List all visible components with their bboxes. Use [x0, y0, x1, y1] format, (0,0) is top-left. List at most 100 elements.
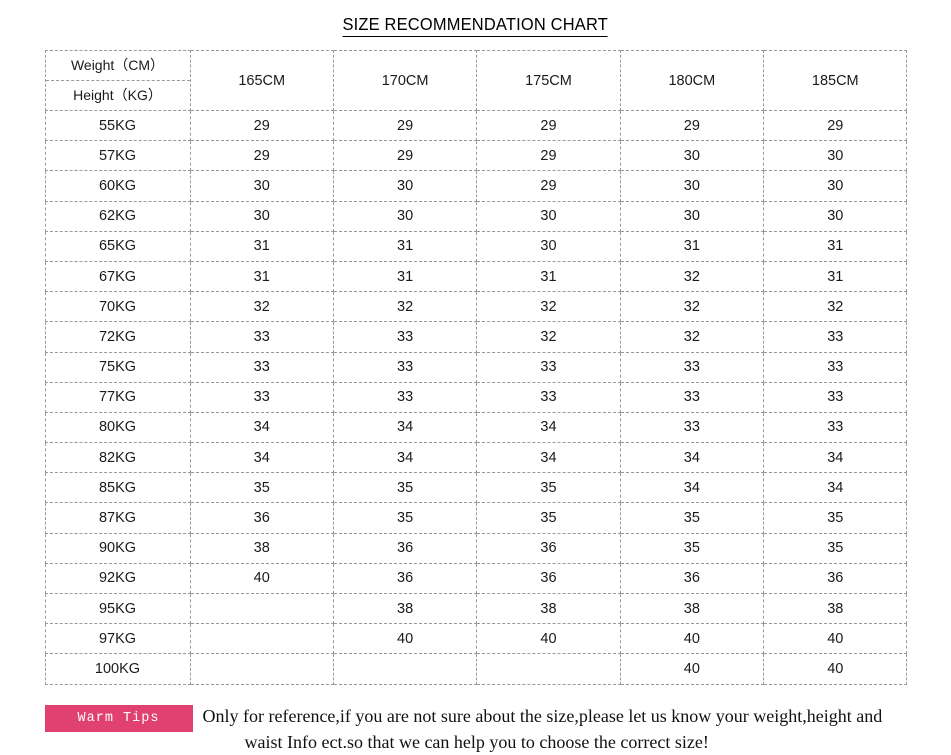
- size-cell: 36: [332, 562, 478, 595]
- table-row: 72KG 33 33 32 32 33: [44, 321, 908, 353]
- title-container: SIZE RECOMMENDATION CHART: [0, 0, 951, 50]
- row-header-weight: 95KG: [44, 592, 191, 625]
- size-cell: 34: [763, 472, 908, 504]
- table-row: 100KG 40 40: [44, 653, 908, 685]
- size-cell: 31: [189, 260, 334, 293]
- table-row: 70KG 32 32 32 32 32: [44, 291, 908, 323]
- table-row: 62KG 30 30 30 30 30: [44, 200, 908, 232]
- size-cell: [189, 623, 334, 655]
- size-cell: 35: [476, 472, 621, 504]
- size-cell: 34: [763, 442, 908, 474]
- size-cell: 31: [332, 230, 478, 262]
- size-cell: 31: [189, 230, 334, 262]
- size-cell: 29: [189, 140, 334, 172]
- size-cell: 31: [763, 230, 908, 262]
- column-header-185cm: 185CM: [763, 50, 908, 111]
- size-cell: 40: [619, 623, 765, 655]
- row-header-weight: 82KG: [44, 442, 191, 474]
- size-cell: 30: [476, 230, 621, 262]
- size-cell: 30: [476, 200, 621, 232]
- size-cell: 40: [476, 623, 621, 655]
- table-row: 90KG 38 36 36 35 35: [44, 532, 908, 564]
- size-cell: 36: [476, 532, 621, 564]
- row-header-weight: 70KG: [44, 291, 191, 323]
- size-cell: 31: [763, 260, 908, 293]
- size-cell: 32: [619, 321, 765, 353]
- size-cell: 40: [189, 562, 334, 595]
- size-cell: 32: [476, 291, 621, 323]
- size-cell: 33: [763, 411, 908, 444]
- row-header-weight: 92KG: [44, 562, 191, 595]
- size-cell: 29: [189, 109, 334, 142]
- warm-tips-badge: Warm Tips: [44, 704, 193, 732]
- size-cell: 31: [332, 260, 478, 293]
- size-cell: 32: [763, 291, 908, 323]
- row-header-weight: 87KG: [44, 502, 191, 534]
- size-cell: 35: [332, 472, 478, 504]
- size-cell: 30: [763, 140, 908, 172]
- size-recommendation-table: Weight（CM） Height（KG） 165CM 170CM 175CM …: [44, 50, 908, 685]
- size-cell: 29: [763, 109, 908, 142]
- row-header-weight: 77KG: [44, 381, 191, 413]
- column-header-170cm: 170CM: [332, 50, 478, 111]
- size-cell: 32: [189, 291, 334, 323]
- corner-height-label: Height（KG）: [73, 87, 162, 103]
- size-cell: 34: [619, 442, 765, 474]
- size-cell: 33: [619, 381, 765, 413]
- size-cell: 32: [332, 291, 478, 323]
- header-corner-cell: Weight（CM） Height（KG）: [44, 50, 191, 111]
- row-header-weight: 55KG: [44, 109, 191, 142]
- warm-tips-line-1: Only for reference,if you are not sure a…: [202, 705, 883, 726]
- size-cell: 36: [332, 532, 478, 564]
- size-cell: 33: [619, 411, 765, 444]
- size-cell: 34: [189, 442, 334, 474]
- table-row: 97KG 40 40 40 40: [44, 623, 908, 655]
- size-cell: 30: [619, 200, 765, 232]
- row-header-weight: 97KG: [44, 623, 191, 655]
- table-row: 57KG 29 29 29 30 30: [44, 140, 908, 172]
- size-cell: 35: [332, 502, 478, 534]
- page-title: SIZE RECOMMENDATION CHART: [342, 14, 609, 37]
- size-cell: 33: [189, 321, 334, 353]
- size-cell: 34: [476, 411, 621, 444]
- table-row: 92KG 40 36 36 36 36: [44, 562, 908, 595]
- size-cell: 30: [619, 140, 765, 172]
- size-cell: 35: [619, 502, 765, 534]
- row-header-weight: 85KG: [44, 472, 191, 504]
- size-cell: 33: [763, 351, 908, 383]
- size-cell: [332, 653, 478, 685]
- size-cell: 34: [476, 442, 621, 474]
- size-cell: 30: [763, 170, 908, 202]
- size-cell: 38: [763, 592, 908, 625]
- size-cell: 38: [476, 592, 621, 625]
- size-cell: 33: [189, 381, 334, 413]
- size-cell: 29: [476, 140, 621, 172]
- size-cell: 31: [476, 260, 621, 293]
- table-row: 55KG 29 29 29 29 29: [44, 109, 908, 142]
- size-cell: 29: [332, 140, 478, 172]
- row-header-weight: 72KG: [44, 321, 191, 353]
- size-cell: 29: [476, 109, 621, 142]
- table-row: 67KG 31 31 31 32 31: [44, 260, 908, 293]
- table-header-row: Weight（CM） Height（KG） 165CM 170CM 175CM …: [44, 50, 908, 111]
- size-table-container: Weight（CM） Height（KG） 165CM 170CM 175CM …: [44, 50, 908, 685]
- table-row: 87KG 36 35 35 35 35: [44, 502, 908, 534]
- corner-weight-label: Weight（CM）: [45, 51, 190, 81]
- row-header-weight: 62KG: [44, 200, 191, 232]
- size-cell: 33: [763, 381, 908, 413]
- size-cell: [189, 653, 334, 685]
- size-cell: 32: [476, 321, 621, 353]
- row-header-weight: 67KG: [44, 260, 191, 293]
- size-cell: 36: [476, 562, 621, 595]
- table-body: Weight（CM） Height（KG） 165CM 170CM 175CM …: [44, 50, 908, 685]
- size-cell: 31: [619, 230, 765, 262]
- size-cell: 33: [332, 321, 478, 353]
- size-cell: 29: [619, 109, 765, 142]
- table-row: 65KG 31 31 30 31 31: [44, 230, 908, 262]
- size-cell: [189, 592, 334, 625]
- warm-tips-text: Only for reference,if you are not sure a…: [193, 703, 907, 755]
- column-header-180cm: 180CM: [619, 50, 765, 111]
- row-header-weight: 60KG: [44, 170, 191, 202]
- table-row: 80KG 34 34 34 33 33: [44, 411, 908, 444]
- size-cell: 33: [476, 351, 621, 383]
